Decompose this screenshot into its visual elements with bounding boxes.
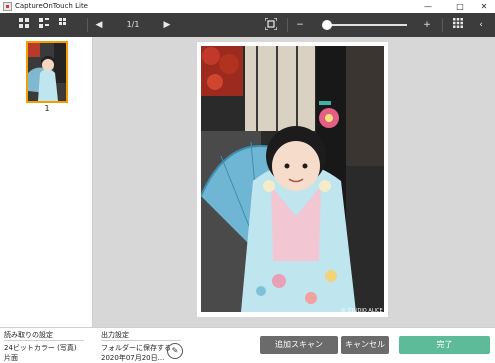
toolbar: ◀ 1/1 ▶ − + ‹ (0, 13, 495, 37)
thumbnail-number: 1 (44, 104, 50, 113)
output-settings-label: 出力設定 (101, 331, 129, 339)
zoom-slider[interactable] (322, 20, 407, 30)
zoom-in-icon[interactable]: + (420, 18, 434, 32)
zoom-slider-knob[interactable] (322, 20, 332, 30)
section-divider (101, 340, 181, 341)
page-thumbnail[interactable] (26, 41, 68, 103)
previous-page-icon[interactable]: ◀ (92, 18, 106, 32)
output-file-value[interactable]: 2020年07月20日... (101, 353, 164, 363)
fit-to-window-icon[interactable] (264, 17, 278, 32)
title-bar: CaptureOnTouch Lite — □ ✕ (0, 0, 495, 13)
color-mode-value[interactable]: 24ビットカラー (写真) (4, 343, 77, 353)
sides-value[interactable]: 片面 (4, 353, 18, 363)
edit-pencil-icon[interactable]: ✎ (167, 343, 183, 359)
scanned-photo (201, 46, 384, 312)
add-scan-button[interactable]: 追加スキャン (260, 336, 338, 354)
layout-medium-grid-icon[interactable] (37, 18, 51, 32)
output-action-value[interactable]: フォルダーに保存する (101, 343, 171, 353)
scan-settings-label: 読み取りの設定 (4, 331, 53, 339)
next-page-icon[interactable]: ▶ (160, 18, 174, 32)
app-icon (3, 2, 12, 11)
toolbar-divider (87, 18, 88, 32)
collapse-panel-icon[interactable]: ‹ (474, 18, 488, 32)
close-icon[interactable]: ✕ (473, 0, 495, 13)
done-button[interactable]: 完了 (399, 336, 490, 354)
toolbar-divider (287, 18, 288, 32)
maximize-icon[interactable]: □ (449, 0, 471, 13)
zoom-out-icon[interactable]: − (293, 18, 307, 32)
minimize-icon[interactable]: — (417, 0, 439, 13)
thumbnail-grid-icon[interactable] (451, 18, 465, 32)
layout-large-grid-icon[interactable] (17, 18, 31, 32)
section-divider (4, 340, 84, 341)
layout-small-grid-icon[interactable] (57, 18, 71, 32)
toolbar-divider (442, 18, 443, 32)
page-indicator: 1/1 (126, 20, 140, 29)
window-title: CaptureOnTouch Lite (15, 2, 88, 10)
photo-watermark: © STUDIO ALICE (341, 308, 383, 314)
cancel-button[interactable]: キャンセル (341, 336, 389, 354)
